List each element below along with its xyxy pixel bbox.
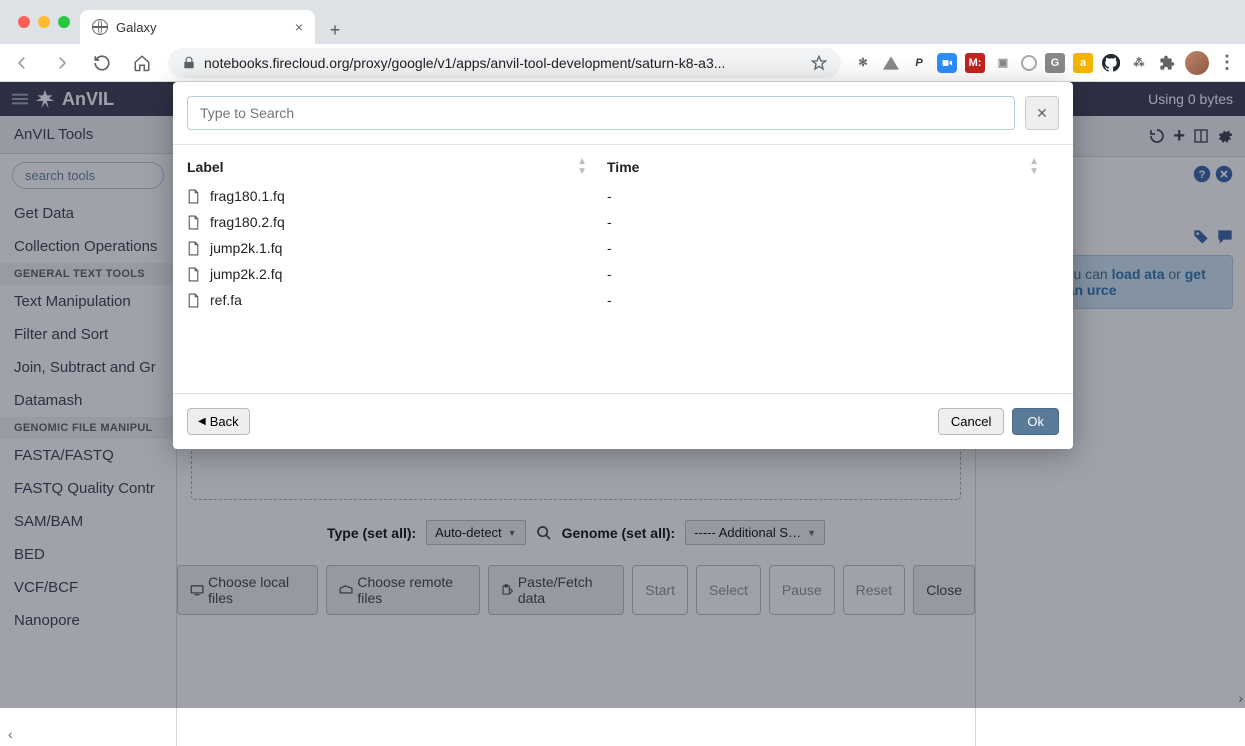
address-bar[interactable]: notebooks.firecloud.org/proxy/google/v1/… [168, 48, 841, 78]
file-row[interactable]: jump2k.2.fq - [187, 261, 1059, 287]
ext-icon[interactable]: M: [965, 53, 985, 73]
ext-icon[interactable]: a [1073, 53, 1093, 73]
minimize-window-icon[interactable] [38, 16, 50, 28]
ext-icon[interactable]: ▣ [993, 53, 1013, 73]
table-header: Label▲▼ Time▲▼ [187, 151, 1059, 183]
collapse-left-icon[interactable]: ‹ [0, 722, 176, 746]
ext-icon[interactable]: P [909, 53, 929, 73]
globe-icon [92, 19, 108, 35]
file-time: - [607, 188, 1059, 204]
profile-avatar[interactable] [1185, 51, 1209, 75]
browser-tab[interactable]: Galaxy × [80, 10, 315, 44]
modal-search-input[interactable] [187, 96, 1015, 130]
file-time: - [607, 266, 1059, 282]
lock-icon [182, 56, 196, 70]
modal-search-row: ✕ [173, 82, 1073, 145]
ok-button[interactable]: Ok [1012, 408, 1059, 435]
ext-icon[interactable]: ✻ [853, 53, 873, 73]
modal-footer: ◀Back Cancel Ok [173, 393, 1073, 449]
close-window-icon[interactable] [18, 16, 30, 28]
file-table: Label▲▼ Time▲▼ frag180.1.fq-frag180.2.fq… [173, 145, 1073, 393]
sort-icon[interactable]: ▲▼ [1029, 157, 1059, 177]
menu-icon[interactable]: ⋮ [1217, 53, 1237, 73]
star-icon[interactable] [811, 55, 827, 71]
ext-icon[interactable] [1157, 53, 1177, 73]
file-name: ref.fa [210, 292, 242, 308]
tab-title: Galaxy [116, 20, 287, 35]
file-time: - [607, 214, 1059, 230]
reload-icon[interactable] [88, 49, 116, 77]
file-row[interactable]: jump2k.1.fq - [187, 235, 1059, 261]
close-tab-icon[interactable]: × [295, 19, 303, 35]
ext-icon[interactable]: ⁂ [1129, 53, 1149, 73]
home-icon[interactable] [128, 49, 156, 77]
file-name: jump2k.2.fq [210, 266, 282, 282]
file-time: - [607, 292, 1059, 308]
ext-icon[interactable]: G [1045, 53, 1065, 73]
maximize-window-icon[interactable] [58, 16, 70, 28]
url-text: notebooks.firecloud.org/proxy/google/v1/… [204, 55, 725, 71]
sort-icon[interactable]: ▲▼ [577, 157, 607, 177]
file-row[interactable]: frag180.1.fq - [187, 183, 1059, 209]
extension-icons: ✻ P M: ▣ G a ⁂ ⋮ [853, 51, 1237, 75]
file-row[interactable]: frag180.2.fq - [187, 209, 1059, 235]
browser-tab-strip: Galaxy × + [0, 0, 1245, 44]
cancel-button[interactable]: Cancel [938, 408, 1004, 435]
forward-icon[interactable] [48, 49, 76, 77]
file-name: frag180.1.fq [210, 188, 285, 204]
ext-icon[interactable] [1101, 53, 1121, 73]
col-time-header[interactable]: Time [607, 159, 639, 175]
file-time: - [607, 240, 1059, 256]
file-row[interactable]: ref.fa - [187, 287, 1059, 313]
window-controls [8, 8, 80, 44]
ext-icon[interactable] [1021, 55, 1037, 71]
file-name: frag180.2.fq [210, 214, 285, 230]
clear-search-button[interactable]: ✕ [1025, 96, 1059, 130]
file-browser-modal: ✕ Label▲▼ Time▲▼ frag180.1.fq-frag180.2.… [173, 82, 1073, 449]
col-label-header[interactable]: Label [187, 159, 224, 175]
back-icon[interactable] [8, 49, 36, 77]
back-button[interactable]: ◀Back [187, 408, 250, 435]
browser-toolbar: notebooks.firecloud.org/proxy/google/v1/… [0, 44, 1245, 82]
ext-icon[interactable] [881, 53, 901, 73]
file-name: jump2k.1.fq [210, 240, 282, 256]
new-tab-button[interactable]: + [321, 16, 349, 44]
ext-icon[interactable] [937, 53, 957, 73]
